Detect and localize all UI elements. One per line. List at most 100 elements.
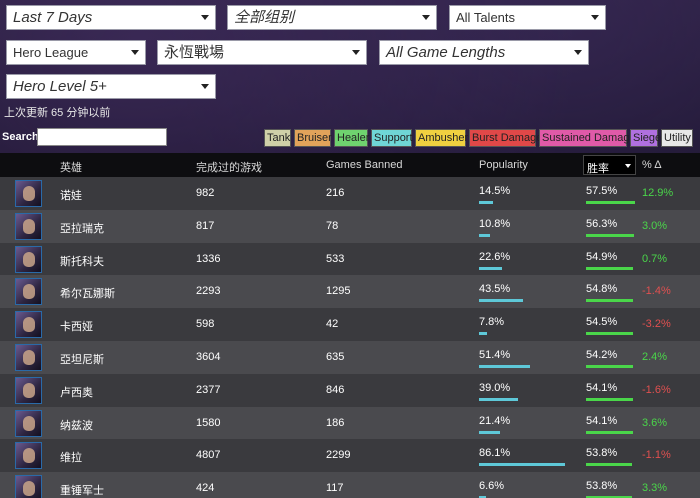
role-filter-healer[interactable]: Healer [334,129,369,147]
games-banned: 2299 [326,449,351,462]
hero-portrait-icon[interactable] [15,278,42,306]
win-rate-bar-fill [586,266,633,270]
table-row[interactable]: 卡西娅 598 42 7.8% 54.5% -3.2% [0,308,700,341]
hero-name[interactable]: 纳兹波 [60,417,93,433]
win-rate-bar-fill [586,299,633,303]
hero-portrait-icon[interactable] [15,376,42,404]
hero-portrait-icon[interactable] [15,475,42,498]
hero-name[interactable]: 卡西娅 [60,318,93,334]
win-rate-bar [586,299,672,303]
map-select[interactable]: 永恆戰場 [157,40,367,65]
win-rate-bar-fill [586,397,633,401]
games-played: 3604 [196,350,221,363]
header-games-banned[interactable]: Games Banned [326,159,402,171]
win-rate-delta: -1.1% [642,449,671,462]
hero-name[interactable]: 维拉 [60,449,82,465]
win-rate-delta: 3.0% [642,219,668,232]
header-hero[interactable]: 英雄 [60,159,82,175]
group-select[interactable]: 全部组别 [227,5,437,30]
hero-portrait-icon[interactable] [15,311,42,339]
win-rate-bar [586,397,672,401]
hero-portrait-icon[interactable] [15,180,42,207]
popularity-bar [479,299,579,303]
popularity-bar [479,233,579,237]
games-banned: 42 [326,318,339,331]
win-rate-delta: 3.3% [642,482,668,495]
hero-name[interactable]: 亞拉瑞克 [60,220,104,236]
win-rate-bar [586,364,672,368]
win-rate-value: 53.8% [586,480,618,493]
header-popularity[interactable]: Popularity [479,159,528,171]
time-range-select[interactable]: Last 7 Days [6,5,216,30]
win-rate-value: 54.1% [586,381,618,394]
hero-name[interactable]: 希尔瓦娜斯 [60,285,115,301]
table-row[interactable]: 亞拉瑞克 817 78 10.8% 56.3% 3.0% [0,209,700,243]
header-games-played[interactable]: 完成过的游戏 [196,159,262,175]
popularity-bar-fill [479,266,502,270]
hero-face-icon [23,284,35,300]
games-banned: 186 [326,416,345,429]
game-mode-select[interactable]: Hero League [6,40,146,65]
hero-portrait-icon[interactable] [15,245,42,273]
table-row[interactable]: 斯托科夫 1336 533 22.6% 54.9% 0.7% [0,242,700,276]
header-win-rate[interactable]: 胜率 [583,155,636,175]
hero-name[interactable]: 诺娃 [60,187,82,203]
role-filter-sustained-damage[interactable]: Sustained Damage [539,129,636,147]
role-filter-bruiser[interactable]: Bruiser [294,129,332,147]
hero-face-icon [23,218,35,234]
popularity-bar [479,266,579,270]
hero-portrait-icon[interactable] [15,212,42,240]
hero-name[interactable]: 斯托科夫 [60,253,104,269]
win-rate-value: 54.5% [586,316,618,329]
table-row[interactable]: 希尔瓦娜斯 2293 1295 43.5% 54.8% -1.4% [0,275,700,309]
table-row[interactable]: 维拉 4807 2299 86.1% 53.8% -1.1% [0,439,700,473]
hero-portrait-icon[interactable] [15,409,42,437]
popularity-value: 21.4% [479,414,511,427]
win-rate-delta: -3.2% [642,318,671,331]
game-length-value: All Game Lengths [386,44,506,61]
talents-select[interactable]: All Talents [449,5,606,30]
chevron-down-icon [201,84,209,89]
hero-face-icon [23,382,35,398]
games-played: 424 [196,482,215,495]
games-played: 982 [196,187,215,199]
games-played: 1336 [196,252,221,265]
game-length-select[interactable]: All Game Lengths [379,40,589,65]
win-rate-bar-fill [586,364,633,368]
games-played: 1580 [196,416,221,429]
table-row[interactable]: 卢西奥 2377 846 39.0% 54.1% -1.6% [0,373,700,407]
last-updated-text: 上次更新 65 分钟以前 [4,107,111,119]
popularity-bar [479,201,579,204]
popularity-value: 22.6% [479,250,511,263]
hero-face-icon [23,481,35,497]
role-filter-ambusher[interactable]: Ambusher [415,129,468,147]
search-input[interactable] [37,128,167,146]
hero-level-select[interactable]: Hero Level 5+ [6,74,216,99]
role-filter-siege[interactable]: Siege [630,129,661,147]
table-row[interactable]: 亞坦尼斯 3604 635 51.4% 54.2% 2.4% [0,340,700,374]
chevron-down-icon [201,15,209,20]
win-rate-bar-fill [586,332,633,336]
popularity-value: 7.8% [479,316,505,329]
hero-name[interactable]: 亞坦尼斯 [60,351,104,367]
hero-name[interactable]: 卢西奥 [60,384,93,400]
table-row[interactable]: 纳兹波 1580 186 21.4% 54.1% 3.6% [0,406,700,440]
hero-portrait-icon[interactable] [15,343,42,371]
popularity-value: 43.5% [479,283,511,296]
hero-name[interactable]: 重锤军士 [60,482,104,498]
role-filter-support[interactable]: Support [371,129,413,147]
games-banned: 78 [326,219,339,232]
hero-portrait-icon[interactable] [15,442,42,470]
table-row[interactable]: 诺娃 982 216 14.5% 57.5% 12.9% [0,177,700,210]
table-row[interactable]: 重锤军士 424 117 6.6% 53.8% 3.3% [0,472,700,498]
popularity-bar-fill [479,463,565,467]
win-rate-bar-fill [586,430,633,434]
win-rate-value: 54.8% [586,283,618,296]
header-delta[interactable]: % Δ [642,159,662,171]
win-rate-bar-fill [586,201,635,204]
role-filter-burst-damage[interactable]: Burst Damage [469,129,542,147]
role-filter-utility[interactable]: Utility [661,129,693,147]
win-rate-delta: 0.7% [642,252,668,265]
popularity-bar [479,364,579,368]
role-filter-tank[interactable]: Tank [264,129,291,147]
